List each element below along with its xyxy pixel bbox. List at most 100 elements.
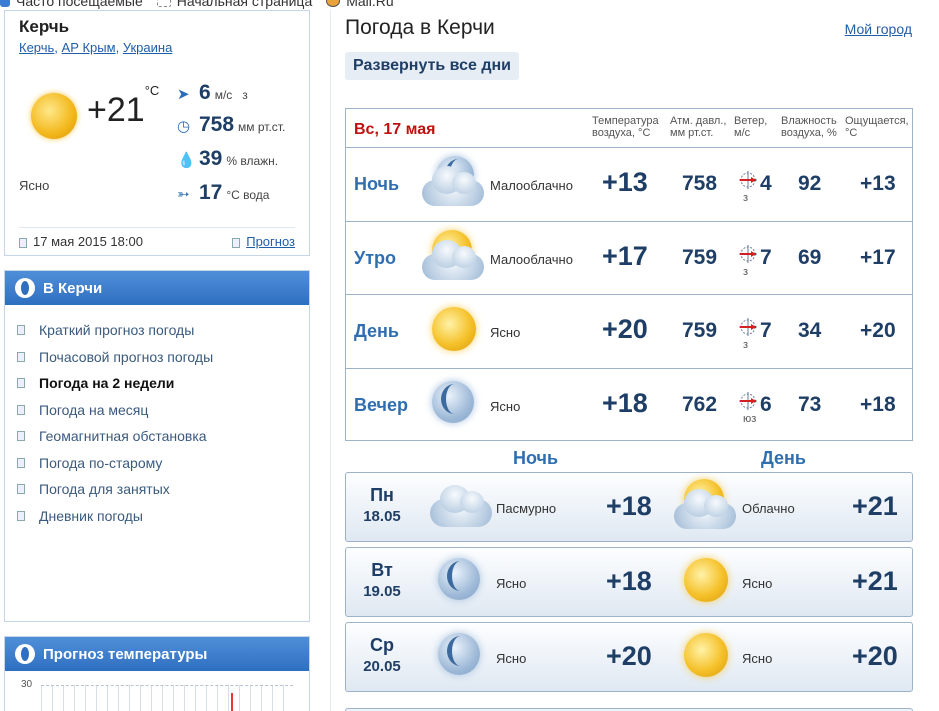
wind-speed: 4 <box>760 172 772 195</box>
sun-icon <box>670 627 740 687</box>
day-condition: Ясно <box>742 651 773 666</box>
condition-text: Малооблачно <box>490 251 573 267</box>
bookmark-mail-ru[interactable]: Mail.Ru <box>326 0 394 9</box>
expand-all-days-button[interactable]: Развернуть все дни <box>345 52 520 80</box>
menu-item[interactable]: Погода на месяц <box>17 397 309 424</box>
forecast-day-row[interactable]: Вт 19.05 Ясно +18 Ясно +21 <box>345 547 913 617</box>
night-condition: Ясно <box>496 576 527 591</box>
wind-cell: 7з <box>738 313 778 359</box>
today-row: День Ясно +20 759 7 з 34 +20 <box>346 295 912 369</box>
document-icon <box>17 510 25 521</box>
night-temperature: +18 <box>606 491 652 521</box>
breadcrumb-region-link[interactable]: АР Крым <box>62 40 116 55</box>
sun-icon <box>670 552 740 612</box>
today-row: Вечер Ясно +18 762 6 юз 73 +18 <box>346 369 912 443</box>
sun-cloud-icon <box>670 477 740 537</box>
document-icon <box>232 237 241 248</box>
feels-like-value: +17 <box>860 245 896 269</box>
bookmark-icon <box>0 0 10 7</box>
pressure-param: ◷ 758 мм рт.ст. <box>177 113 286 136</box>
night-temperature: +20 <box>606 641 652 671</box>
today-date: Вс, 17 мая <box>354 121 436 138</box>
city-name: Керчь <box>19 17 70 36</box>
humidity-value: 92 <box>798 172 822 195</box>
menu-item[interactable]: Краткий прогноз погоды <box>17 317 309 344</box>
day-column-heading: День <box>761 448 806 468</box>
cloud-icon <box>424 477 494 537</box>
menu-item[interactable]: Погода на 2 недели <box>17 370 309 397</box>
document-icon <box>17 351 25 362</box>
menu-item[interactable]: Погода по-старому <box>17 450 309 477</box>
update-time: 17 мая 2015 18:00 <box>19 234 143 249</box>
wind-cell: 7з <box>738 240 778 286</box>
night-temperature: +18 <box>606 566 652 596</box>
menu-item[interactable]: Геомагнитная обстановка <box>17 423 309 450</box>
sun-icon <box>31 93 77 139</box>
day-part: День <box>354 321 399 341</box>
main-content: Погода в Керчи Мой город Развернуть все … <box>330 10 926 711</box>
forecast-day-row[interactable]: Ср 20.05 Ясно +20 Ясно +20 <box>345 622 913 692</box>
temperature-value: +17 <box>602 240 648 271</box>
menu-item[interactable]: Почасовой прогноз погоды <box>17 344 309 371</box>
day-condition: Ясно <box>742 576 773 591</box>
day-part: Ночь <box>354 174 400 194</box>
humidity-value: 34 <box>798 319 822 342</box>
wind-cell: 6 юз <box>738 387 778 433</box>
current-weather-footer: 17 мая 2015 18:00 Прогноз <box>19 227 295 249</box>
my-city-link[interactable]: Мой город <box>845 21 912 37</box>
temperature-value: +13 <box>602 167 648 197</box>
temperature-forecast-panel: Прогноз температуры 30 <box>4 636 310 711</box>
current-temperature: +21°C <box>87 82 160 129</box>
day-temperature: +20 <box>852 641 898 671</box>
bookmark-most-visited[interactable]: Часто посещаемые <box>0 0 143 9</box>
humidity-param: 💧 39 % влажн. <box>177 147 279 170</box>
day-temperature: +21 <box>852 491 898 521</box>
today-row: Утро Малооблачно +17 759 7 з 69 +17 <box>346 222 912 295</box>
left-column: Керчь Керчь, АР Крым, Украина +21°C Ясно… <box>4 10 310 711</box>
feels-like-value: +20 <box>860 319 896 342</box>
column-header-wind: Ветер, м/с <box>734 115 768 139</box>
document-icon <box>17 457 25 468</box>
forecast-link[interactable]: Прогноз <box>246 234 295 249</box>
temperature-value: +18 <box>602 387 648 418</box>
wind-direction: з <box>743 192 749 204</box>
column-header-feels-like: Ощущается, °С <box>845 115 909 139</box>
pressure-value: 759 <box>682 245 718 269</box>
day-temperature: +21 <box>852 566 898 596</box>
bookmark-start-page[interactable]: Начальная страница <box>156 0 312 9</box>
weather-page: Часто посещаемые Начальная страница Mail… <box>0 0 939 711</box>
pressure-value: 758 <box>682 172 718 195</box>
forecast-date: Вт 19.05 <box>363 560 401 600</box>
pressure-value: 759 <box>682 319 718 342</box>
feels-like-value: +13 <box>860 172 896 195</box>
fish-icon: ➳ <box>177 186 190 203</box>
temperature-forecast-header: Прогноз температуры <box>5 637 309 671</box>
menu-item[interactable]: Дневник погоды <box>17 503 309 530</box>
document-icon <box>19 237 27 248</box>
water-temp-param: ➳ 17 °С вода <box>177 181 270 204</box>
column-header-pressure: Атм. давл., мм рт.ст. <box>670 115 727 139</box>
breadcrumb-city-link[interactable]: Керчь <box>19 40 54 55</box>
city-menu-panel: В Керчи Краткий прогноз погоды Почасовой … <box>4 270 310 622</box>
current-weather-panel: Керчь Керчь, АР Крым, Украина +21°C Ясно… <box>4 10 310 256</box>
moon-icon <box>424 552 494 612</box>
menu-item[interactable]: Погода для занятых <box>17 476 309 503</box>
wind-arrow-icon: ➤ <box>177 86 190 103</box>
water-drop-icon: 💧 <box>177 152 196 169</box>
sun-icon <box>418 301 488 361</box>
bookmarks-bar: Часто посещаемые Начальная страница Mail… <box>0 0 939 9</box>
forecast-date: Пн 18.05 <box>363 485 401 525</box>
moon-cloud-icon <box>418 154 488 214</box>
moon-logo-icon <box>15 278 35 298</box>
moon-logo-icon <box>15 644 35 664</box>
mail-ru-icon <box>326 0 341 7</box>
wind-speed: 6 <box>760 392 772 416</box>
breadcrumb-country-link[interactable]: Украина <box>123 40 173 55</box>
wind-cell: 4з <box>738 166 778 212</box>
document-icon <box>17 325 25 336</box>
city-breadcrumb: Керчь, АР Крым, Украина <box>19 40 173 55</box>
today-rows: Ночь Малооблачно +13 758 4 з 92 +13 Утро Малообла… <box>346 148 912 442</box>
today-table-header: Вс, 17 мая Температура воздуха, °С Атм. д… <box>346 109 912 148</box>
forecast-day-row[interactable]: Пн 18.05 Пасмурно +18 Облачно +21 <box>345 472 913 542</box>
humidity-value: 73 <box>798 392 822 416</box>
